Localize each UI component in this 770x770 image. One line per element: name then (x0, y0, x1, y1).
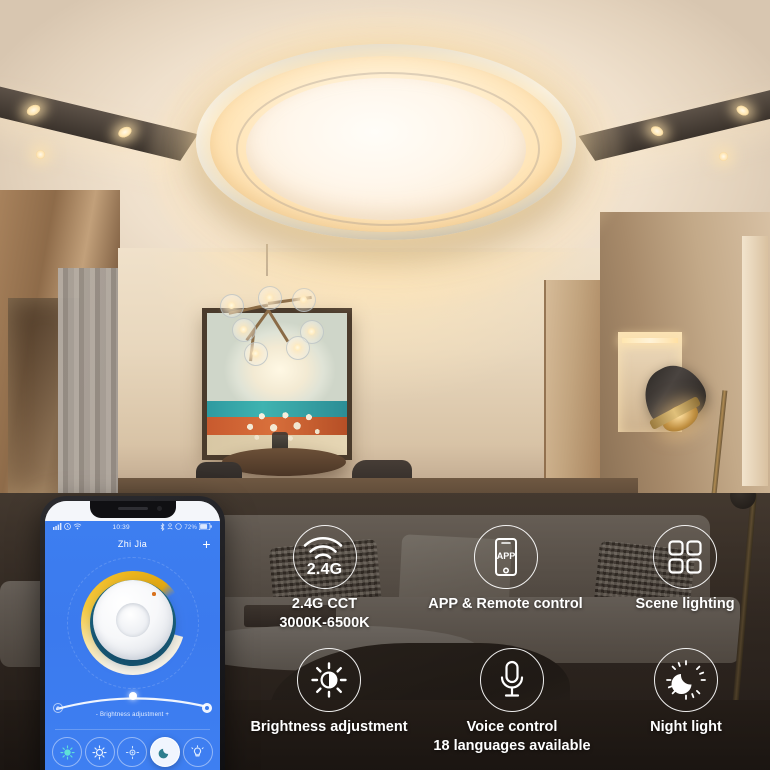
app-header: Zhi Jia + (45, 534, 220, 554)
battery-percent: 72% (184, 524, 197, 531)
led-ceiling-lamp (148, 10, 624, 310)
phone-notch (89, 501, 176, 518)
scene-button-bright[interactable] (52, 737, 83, 767)
scene-button-warm[interactable] (117, 737, 148, 767)
dial-control[interactable] (45, 553, 220, 693)
dial-indicator-dot (152, 592, 156, 596)
product-marketing-image: 10:39 72% Zhi Jia + - Brightness adjustm… (0, 0, 770, 770)
brightness-slider[interactable]: - Brightness adjustment + (45, 687, 220, 727)
location-icon (167, 523, 173, 532)
ceiling-spot (36, 150, 45, 159)
bluetooth-icon (160, 522, 165, 533)
ceiling-spot (719, 152, 728, 161)
dial-knob[interactable] (92, 580, 173, 661)
smartphone-mockup: 10:39 72% Zhi Jia + - Brightness adjustm… (40, 496, 225, 770)
app-title: Zhi Jia (117, 539, 148, 549)
scene-button-night[interactable] (150, 737, 181, 767)
earpiece-speaker (117, 507, 148, 510)
wifi-icon (73, 523, 82, 532)
divider (55, 729, 210, 730)
add-device-button[interactable]: + (202, 537, 211, 551)
signal-bars-icon (53, 523, 62, 532)
door (544, 280, 600, 486)
scene-button-reading[interactable] (182, 737, 213, 767)
dial-center[interactable] (115, 603, 150, 638)
status-time: 10:39 (112, 524, 130, 531)
scene-button-row (45, 737, 220, 767)
scene-button-soft[interactable] (84, 737, 115, 767)
slider-label: - Brightness adjustment + (95, 712, 170, 718)
battery-icon (198, 522, 212, 532)
phone-screen: 10:39 72% Zhi Jia + - Brightness adjustm… (45, 501, 220, 770)
door-frame (742, 236, 768, 486)
lamp-diffuser (246, 78, 526, 220)
front-camera-icon (156, 506, 162, 511)
status-bar: 10:39 72% (45, 521, 220, 534)
slider-handle[interactable] (128, 692, 137, 700)
alarm-icon (64, 523, 71, 532)
rotation-lock-icon (175, 523, 183, 532)
